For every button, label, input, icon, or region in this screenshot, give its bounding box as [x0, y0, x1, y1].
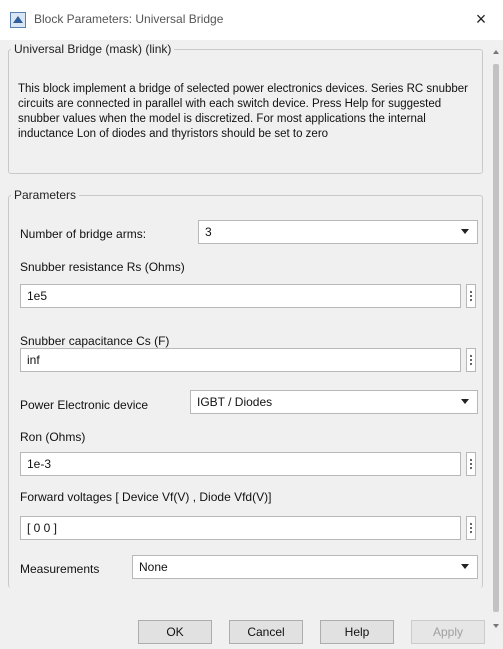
simulink-block-icon: [10, 12, 26, 28]
button-bar: OK Cancel Help Apply: [0, 610, 503, 649]
bridge-arms-select[interactable]: 3: [198, 220, 478, 244]
scroll-up-icon[interactable]: [493, 50, 499, 54]
more-options-icon[interactable]: [466, 452, 476, 476]
measurements-label: Measurements: [20, 562, 100, 576]
title-bar: Block Parameters: Universal Bridge ×: [0, 0, 503, 40]
ok-button[interactable]: OK: [138, 620, 212, 644]
snubber-capacitance-label: Snubber capacitance Cs (F): [20, 334, 170, 348]
measurements-select[interactable]: None: [132, 555, 478, 579]
vertical-scrollbar[interactable]: [489, 40, 503, 628]
close-icon[interactable]: ×: [471, 8, 491, 30]
block-description: This block implement a bridge of selecte…: [18, 83, 468, 140]
description-group: Universal Bridge (mask) (link) This bloc…: [8, 42, 483, 174]
parameters-group-title: Parameters: [14, 188, 77, 202]
window-title: Block Parameters: Universal Bridge: [34, 12, 224, 26]
snubber-resistance-label: Snubber resistance Rs (Ohms): [20, 260, 185, 274]
measurements-value: None: [139, 560, 168, 574]
description-group-title: Universal Bridge (mask) (link): [14, 42, 172, 56]
ron-field[interactable]: [20, 452, 461, 476]
more-options-icon[interactable]: [466, 284, 476, 308]
cancel-button[interactable]: Cancel: [229, 620, 303, 644]
chevron-down-icon: [461, 564, 469, 569]
bridge-arms-label: Number of bridge arms:: [20, 227, 147, 241]
bridge-arms-value: 3: [205, 225, 212, 239]
ron-label: Ron (Ohms): [20, 430, 86, 444]
forward-voltages-label: Forward voltages [ Device Vf(V) , Diode …: [20, 490, 272, 504]
snubber-capacitance-field[interactable]: [20, 348, 461, 372]
forward-voltages-field[interactable]: [20, 516, 461, 540]
snubber-resistance-field[interactable]: [20, 284, 461, 308]
power-device-value: IGBT / Diodes: [197, 395, 273, 409]
apply-button[interactable]: Apply: [411, 620, 485, 644]
power-device-select[interactable]: IGBT / Diodes: [190, 390, 478, 414]
chevron-down-icon: [461, 229, 469, 234]
power-device-label: Power Electronic device: [20, 398, 149, 412]
chevron-down-icon: [461, 399, 469, 404]
help-button[interactable]: Help: [320, 620, 394, 644]
more-options-icon[interactable]: [466, 516, 476, 540]
dialog-content: Universal Bridge (mask) (link) This bloc…: [0, 40, 503, 588]
more-options-icon[interactable]: [466, 348, 476, 372]
scroll-thumb[interactable]: [493, 64, 499, 612]
